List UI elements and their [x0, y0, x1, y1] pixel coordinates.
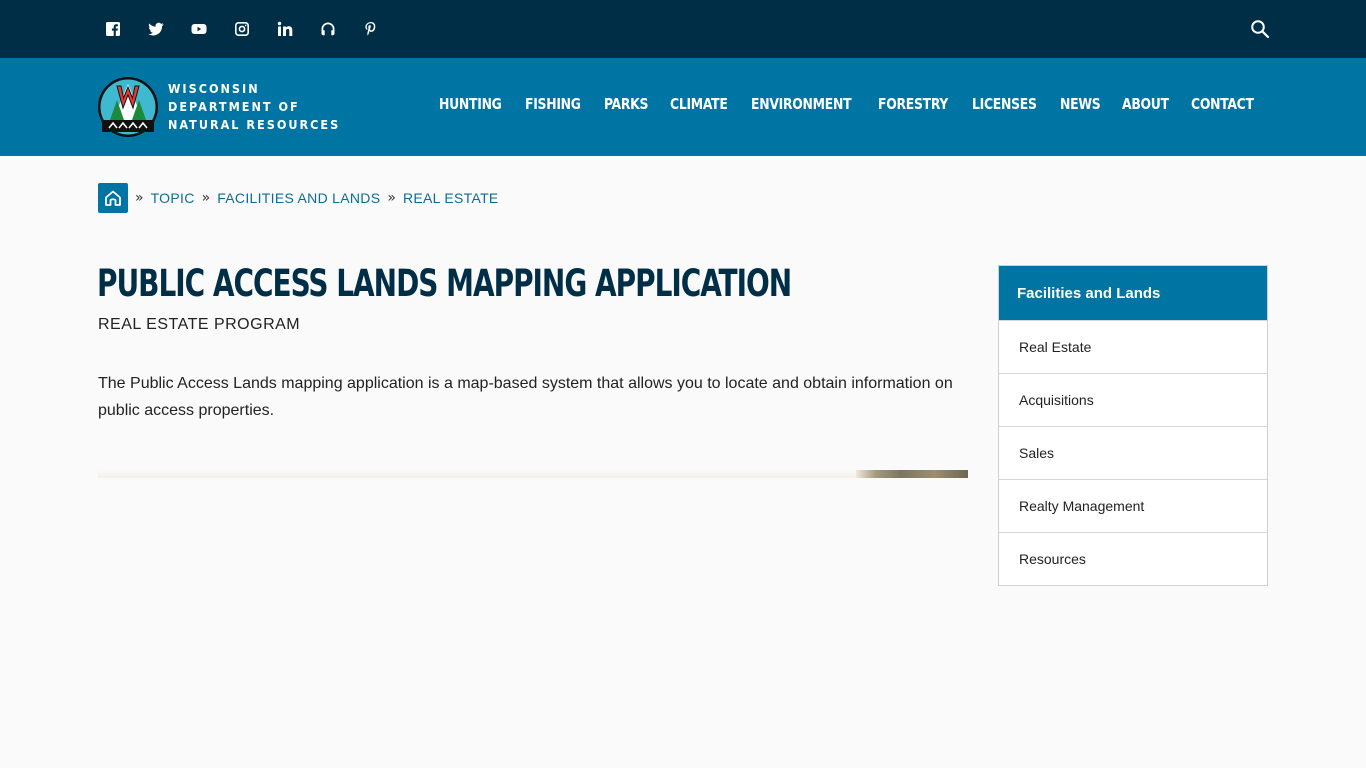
- breadcrumb-separator: »: [201, 190, 211, 206]
- hero-image: [98, 470, 968, 478]
- linkedin-icon[interactable]: [276, 20, 294, 38]
- twitter-icon[interactable]: [147, 20, 165, 38]
- breadcrumb: » TOPIC » FACILITIES AND LANDS » REAL ES…: [98, 183, 499, 213]
- social-bar: [0, 0, 1366, 58]
- page-subtitle: REAL ESTATE PROGRAM: [98, 316, 301, 333]
- breadcrumb-topic[interactable]: TOPIC: [151, 190, 195, 206]
- home-icon[interactable]: [98, 183, 128, 213]
- breadcrumb-separator: »: [135, 190, 144, 206]
- podcast-icon[interactable]: [319, 20, 337, 38]
- nav-about[interactable]: ABOUT: [1122, 95, 1169, 113]
- nav-environment[interactable]: ENVIRONMENT: [751, 95, 852, 113]
- breadcrumb-separator: »: [387, 190, 396, 206]
- dnr-logo[interactable]: [97, 76, 159, 138]
- youtube-icon[interactable]: [190, 20, 208, 38]
- sidebar-heading[interactable]: Facilities and Lands: [999, 266, 1267, 320]
- main-nav: HUNTING FISHING PARKS CLIMATE ENVIRONMEN…: [439, 95, 1259, 113]
- sidebar-item-real-estate[interactable]: Real Estate: [999, 320, 1267, 373]
- org-name-line2: DEPARTMENT OF: [168, 99, 300, 114]
- facebook-icon[interactable]: [104, 20, 122, 38]
- nav-hunting[interactable]: HUNTING: [439, 95, 502, 113]
- instagram-icon[interactable]: [233, 20, 251, 38]
- intro-paragraph: The Public Access Lands mapping applicat…: [98, 375, 953, 419]
- sidebar-item-sales[interactable]: Sales: [999, 426, 1267, 479]
- page-title: PUBLIC ACCESS LANDS MAPPING APPLICATION: [97, 262, 792, 305]
- nav-forestry[interactable]: FORESTRY: [878, 95, 948, 113]
- nav-climate[interactable]: CLIMATE: [670, 95, 728, 113]
- sidebar-item-resources[interactable]: Resources: [999, 532, 1267, 585]
- pinterest-icon[interactable]: [362, 20, 380, 38]
- breadcrumb-facilities-and-lands[interactable]: FACILITIES AND LANDS: [217, 190, 380, 206]
- hero-image-trees: [856, 470, 968, 478]
- sidebar-nav: Facilities and Lands Real Estate Acquisi…: [998, 265, 1268, 586]
- nav-contact[interactable]: CONTACT: [1191, 95, 1254, 113]
- nav-fishing[interactable]: FISHING: [525, 95, 581, 113]
- sidebar-item-realty-management[interactable]: Realty Management: [999, 479, 1267, 532]
- org-name[interactable]: WISCONSIN DEPARTMENT OF NATURAL RESOURCE…: [168, 80, 340, 134]
- org-name-line3: NATURAL RESOURCES: [168, 117, 341, 132]
- nav-news[interactable]: NEWS: [1060, 95, 1101, 113]
- org-name-line1: WISCONSIN: [168, 81, 260, 96]
- hero-image-sky: [98, 470, 858, 478]
- nav-parks[interactable]: PARKS: [604, 95, 648, 113]
- main-header: WISCONSIN DEPARTMENT OF NATURAL RESOURCE…: [0, 58, 1366, 156]
- search-icon[interactable]: [1250, 19, 1270, 39]
- sidebar-item-acquisitions[interactable]: Acquisitions: [999, 373, 1267, 426]
- nav-licenses[interactable]: LICENSES: [972, 95, 1037, 113]
- breadcrumb-real-estate[interactable]: REAL ESTATE: [403, 190, 499, 206]
